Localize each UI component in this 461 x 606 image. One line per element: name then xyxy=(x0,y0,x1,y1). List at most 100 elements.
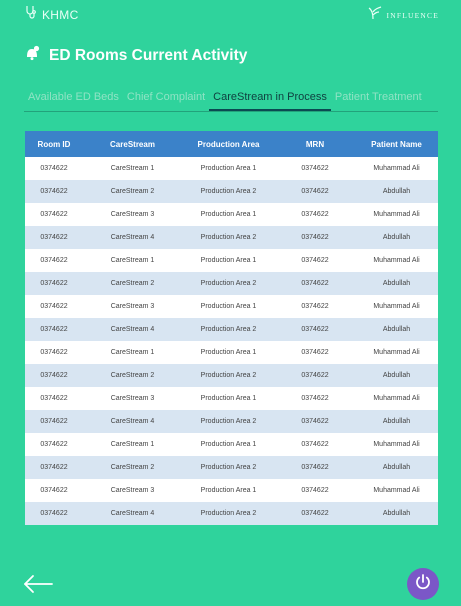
tab-available-ed-beds[interactable]: Available ED Beds xyxy=(24,88,123,111)
cell-patient-name: Abdullah xyxy=(355,272,438,295)
cell-carestream: CareStream 3 xyxy=(83,387,182,410)
page-header: ED Rooms Current Activity xyxy=(24,45,247,66)
cell-production-area: Production Area 2 xyxy=(182,226,275,249)
cell-room-id: 0374622 xyxy=(25,410,83,433)
table-row[interactable]: 0374622 CareStream 2 Production Area 2 0374… xyxy=(25,364,438,387)
table-row[interactable]: 0374622 CareStream 1 Production Area 1 0374… xyxy=(25,433,438,456)
power-button[interactable] xyxy=(407,568,439,600)
table-row[interactable]: 0374622 CareStream 3 Production Area 1 0374… xyxy=(25,387,438,410)
table-row[interactable]: 0374622 CareStream 2 Production Area 2 0374… xyxy=(25,272,438,295)
cell-patient-name: Muhammad Ali xyxy=(355,387,438,410)
cell-carestream: CareStream 2 xyxy=(83,272,182,295)
cell-mrn: 0374622 xyxy=(275,364,355,387)
table-header-row: Room ID CareStream Production Area MRN P… xyxy=(25,131,438,157)
cell-room-id: 0374622 xyxy=(25,502,83,525)
table-row[interactable]: 0374622 CareStream 1 Production Area 1 0374… xyxy=(25,157,438,180)
cell-mrn: 0374622 xyxy=(275,295,355,318)
cell-room-id: 0374622 xyxy=(25,203,83,226)
cell-carestream: CareStream 3 xyxy=(83,295,182,318)
cell-production-area: Production Area 2 xyxy=(182,180,275,203)
cell-production-area: Production Area 1 xyxy=(182,249,275,272)
cell-mrn: 0374622 xyxy=(275,318,355,341)
page-title: ED Rooms Current Activity xyxy=(49,46,248,64)
cell-production-area: Production Area 2 xyxy=(182,502,275,525)
cell-mrn: 0374622 xyxy=(275,410,355,433)
carestream-table: Room ID CareStream Production Area MRN P… xyxy=(25,131,438,525)
cell-room-id: 0374622 xyxy=(25,157,83,180)
cell-production-area: Production Area 1 xyxy=(182,295,275,318)
table-row[interactable]: 0374622 CareStream 1 Production Area 1 0374… xyxy=(25,341,438,364)
tab-chief-complaint[interactable]: Chief Complaint xyxy=(123,88,209,111)
cell-mrn: 0374622 xyxy=(275,479,355,502)
column-header-production-area[interactable]: Production Area xyxy=(182,131,275,157)
tab-divider xyxy=(24,111,438,112)
cell-mrn: 0374622 xyxy=(275,341,355,364)
table-row[interactable]: 0374622 CareStream 4 Production Area 2 0374… xyxy=(25,502,438,525)
cell-carestream: CareStream 3 xyxy=(83,203,182,226)
table-row[interactable]: 0374622 CareStream 4 Production Area 2 0374… xyxy=(25,410,438,433)
cell-mrn: 0374622 xyxy=(275,387,355,410)
table-row[interactable]: 0374622 CareStream 1 Production Area 1 0374… xyxy=(25,249,438,272)
brand-right-text: INFLUENCE xyxy=(386,11,439,20)
cell-mrn: 0374622 xyxy=(275,180,355,203)
table-row[interactable]: 0374622 CareStream 3 Production Area 1 0374… xyxy=(25,295,438,318)
column-header-mrn[interactable]: MRN xyxy=(275,131,355,157)
table-row[interactable]: 0374622 CareStream 3 Production Area 1 0374… xyxy=(25,203,438,226)
power-icon xyxy=(414,573,432,596)
cell-patient-name: Abdullah xyxy=(355,226,438,249)
cell-patient-name: Abdullah xyxy=(355,364,438,387)
cell-patient-name: Muhammad Ali xyxy=(355,341,438,364)
cell-mrn: 0374622 xyxy=(275,157,355,180)
cell-carestream: CareStream 2 xyxy=(83,456,182,479)
cell-room-id: 0374622 xyxy=(25,433,83,456)
stethoscope-icon xyxy=(24,5,38,24)
cell-carestream: CareStream 2 xyxy=(83,364,182,387)
cell-carestream: CareStream 4 xyxy=(83,502,182,525)
user-bell-icon xyxy=(24,45,40,66)
cell-patient-name: Abdullah xyxy=(355,318,438,341)
cell-mrn: 0374622 xyxy=(275,456,355,479)
cell-carestream: CareStream 4 xyxy=(83,410,182,433)
cell-mrn: 0374622 xyxy=(275,502,355,525)
cell-carestream: CareStream 4 xyxy=(83,318,182,341)
tab-bar: Available ED Beds Chief Complaint CareSt… xyxy=(24,88,438,112)
column-header-patient-name[interactable]: Patient Name xyxy=(355,131,438,157)
column-header-room-id[interactable]: Room ID xyxy=(25,131,83,157)
cell-mrn: 0374622 xyxy=(275,226,355,249)
table-row[interactable]: 0374622 CareStream 2 Production Area 2 0374… xyxy=(25,456,438,479)
table-row[interactable]: 0374622 CareStream 4 Production Area 2 0374… xyxy=(25,226,438,249)
cell-room-id: 0374622 xyxy=(25,364,83,387)
cell-room-id: 0374622 xyxy=(25,318,83,341)
back-button[interactable] xyxy=(22,572,56,596)
cell-carestream: CareStream 1 xyxy=(83,341,182,364)
cell-carestream: CareStream 1 xyxy=(83,433,182,456)
cell-patient-name: Muhammad Ali xyxy=(355,295,438,318)
cell-patient-name: Abdullah xyxy=(355,456,438,479)
tab-carestream-in-process[interactable]: CareStream in Process xyxy=(209,88,331,111)
cell-room-id: 0374622 xyxy=(25,479,83,502)
cell-carestream: CareStream 4 xyxy=(83,226,182,249)
cell-patient-name: Abdullah xyxy=(355,410,438,433)
table-row[interactable]: 0374622 CareStream 2 Production Area 2 0374… xyxy=(25,180,438,203)
cell-production-area: Production Area 1 xyxy=(182,157,275,180)
cell-room-id: 0374622 xyxy=(25,249,83,272)
cell-mrn: 0374622 xyxy=(275,272,355,295)
cell-mrn: 0374622 xyxy=(275,249,355,272)
table-row[interactable]: 0374622 CareStream 3 Production Area 1 0374… xyxy=(25,479,438,502)
cell-room-id: 0374622 xyxy=(25,295,83,318)
cell-room-id: 0374622 xyxy=(25,272,83,295)
brand-left-text: KHMC xyxy=(42,7,79,22)
table-row[interactable]: 0374622 CareStream 4 Production Area 2 0374… xyxy=(25,318,438,341)
cell-room-id: 0374622 xyxy=(25,180,83,203)
brand-influence: INFLUENCE xyxy=(367,6,439,25)
cell-production-area: Production Area 2 xyxy=(182,318,275,341)
cell-mrn: 0374622 xyxy=(275,203,355,226)
cell-patient-name: Abdullah xyxy=(355,502,438,525)
column-header-carestream[interactable]: CareStream xyxy=(83,131,182,157)
cell-patient-name: Muhammad Ali xyxy=(355,203,438,226)
cell-carestream: CareStream 1 xyxy=(83,249,182,272)
cell-room-id: 0374622 xyxy=(25,226,83,249)
cell-patient-name: Muhammad Ali xyxy=(355,479,438,502)
tab-patient-treatment[interactable]: Patient Treatment xyxy=(331,88,426,111)
cell-mrn: 0374622 xyxy=(275,433,355,456)
